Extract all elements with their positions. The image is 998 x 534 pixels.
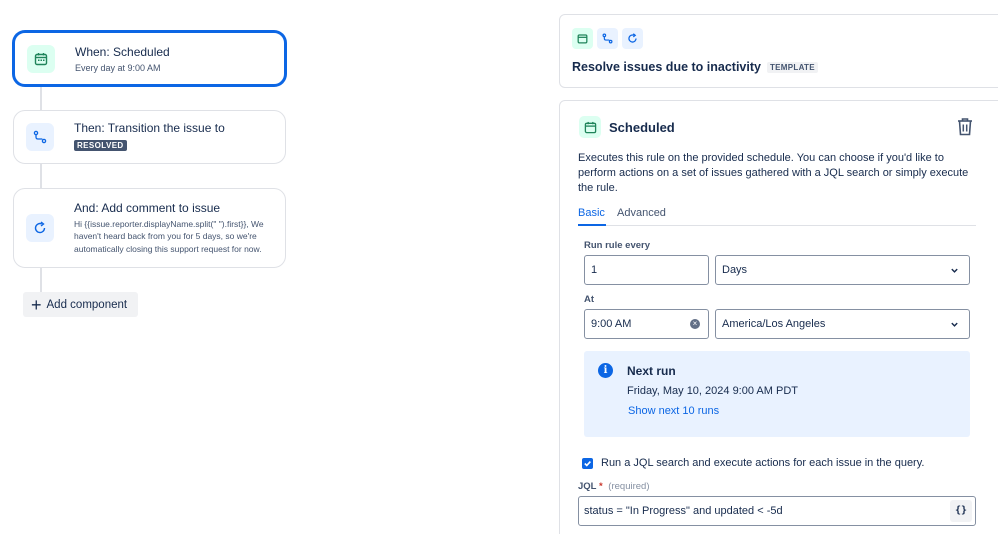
panel-description: Executes this rule on the provided sched… bbox=[578, 152, 969, 194]
trigger-title: When: Scheduled bbox=[75, 44, 170, 59]
rule-title: Resolve issues due to inactivity TEMPLATE bbox=[572, 60, 818, 74]
chevron-down-icon bbox=[951, 322, 958, 327]
tab-advanced[interactable]: Advanced bbox=[617, 207, 666, 219]
timezone-select[interactable]: America/Los Angeles bbox=[715, 309, 970, 339]
jql-value: status = "In Progress" and updated < -5d bbox=[584, 505, 783, 517]
run-every-input[interactable]: 1 bbox=[584, 255, 709, 285]
rule-title-text: Resolve issues due to inactivity bbox=[572, 60, 761, 74]
transition-card[interactable]: Then: Transition the issue to RESOLVED bbox=[13, 110, 286, 164]
next-run-banner: i Next run Friday, May 10, 2024 9:00 AM … bbox=[584, 351, 970, 437]
jql-label: JQL * (required) bbox=[578, 481, 649, 492]
trigger-subtitle: Every day at 9:00 AM bbox=[75, 62, 161, 73]
run-every-label: Run rule every bbox=[584, 240, 650, 251]
time-input[interactable]: 9:00 AM × bbox=[584, 309, 709, 339]
template-tag: TEMPLATE bbox=[766, 62, 818, 73]
calendar-icon bbox=[27, 44, 55, 73]
trigger-card[interactable]: When: Scheduled Every day at 9:00 AM bbox=[13, 31, 286, 86]
unit-value: Days bbox=[722, 264, 748, 276]
panel-title: Scheduled bbox=[609, 119, 675, 135]
comment-body: Hi {{issue.reporter.displayName.split(" … bbox=[74, 218, 264, 254]
add-component-button[interactable]: + Add component bbox=[23, 292, 138, 317]
show-next-runs-link[interactable]: Show next 10 runs bbox=[628, 405, 719, 417]
comment-title: And: Add comment to issue bbox=[74, 200, 221, 215]
comment-action-icon bbox=[26, 214, 54, 242]
smart-value-button[interactable]: {} bbox=[950, 500, 972, 522]
calendar-icon[interactable] bbox=[572, 28, 593, 49]
jql-checkbox[interactable] bbox=[582, 457, 593, 469]
trash-icon[interactable] bbox=[956, 117, 974, 141]
status-lozenge: RESOLVED bbox=[74, 140, 127, 151]
jql-input[interactable]: status = "In Progress" and updated < -5d… bbox=[578, 496, 976, 526]
transition-title: Then: Transition the issue to bbox=[74, 121, 225, 135]
config-panel: Scheduled Executes this rule on the prov… bbox=[559, 100, 998, 534]
required-hint: (required) bbox=[608, 481, 650, 492]
required-marker: * bbox=[598, 481, 603, 492]
next-run-date: Friday, May 10, 2024 9:00 AM PDT bbox=[627, 385, 798, 397]
rule-summary-panel: Resolve issues due to inactivity TEMPLATE bbox=[559, 14, 998, 88]
tab-bar: Basic Advanced bbox=[578, 206, 976, 226]
calendar-icon bbox=[579, 116, 601, 138]
unit-select[interactable]: Days bbox=[715, 255, 970, 285]
jql-checkbox-label: Run a JQL search and execute actions for… bbox=[601, 457, 925, 469]
flow-connector bbox=[40, 266, 42, 294]
run-every-value: 1 bbox=[591, 264, 598, 276]
check-icon bbox=[584, 460, 591, 467]
time-value: 9:00 AM bbox=[591, 318, 632, 330]
add-component-label: Add component bbox=[46, 298, 128, 311]
tab-basic[interactable]: Basic bbox=[578, 207, 605, 219]
jql-label-text: JQL bbox=[578, 481, 597, 492]
next-run-title: Next run bbox=[627, 364, 676, 378]
comment-card[interactable]: And: Add comment to issue Hi {{issue.rep… bbox=[13, 188, 286, 268]
clear-icon[interactable]: × bbox=[690, 319, 700, 329]
jql-checkbox-row[interactable]: Run a JQL search and execute actions for… bbox=[582, 457, 924, 469]
flow-connector bbox=[40, 162, 42, 190]
transition-icon[interactable] bbox=[597, 28, 618, 49]
comment-action-icon[interactable] bbox=[622, 28, 643, 49]
info-icon: i bbox=[598, 363, 613, 378]
flow-connector bbox=[40, 84, 42, 112]
timezone-value: America/Los Angeles bbox=[722, 318, 826, 330]
active-tab-indicator bbox=[578, 224, 606, 226]
at-label: At bbox=[584, 294, 595, 305]
transition-icon bbox=[26, 123, 54, 151]
plus-icon: + bbox=[31, 294, 42, 315]
chevron-down-icon bbox=[951, 268, 958, 273]
